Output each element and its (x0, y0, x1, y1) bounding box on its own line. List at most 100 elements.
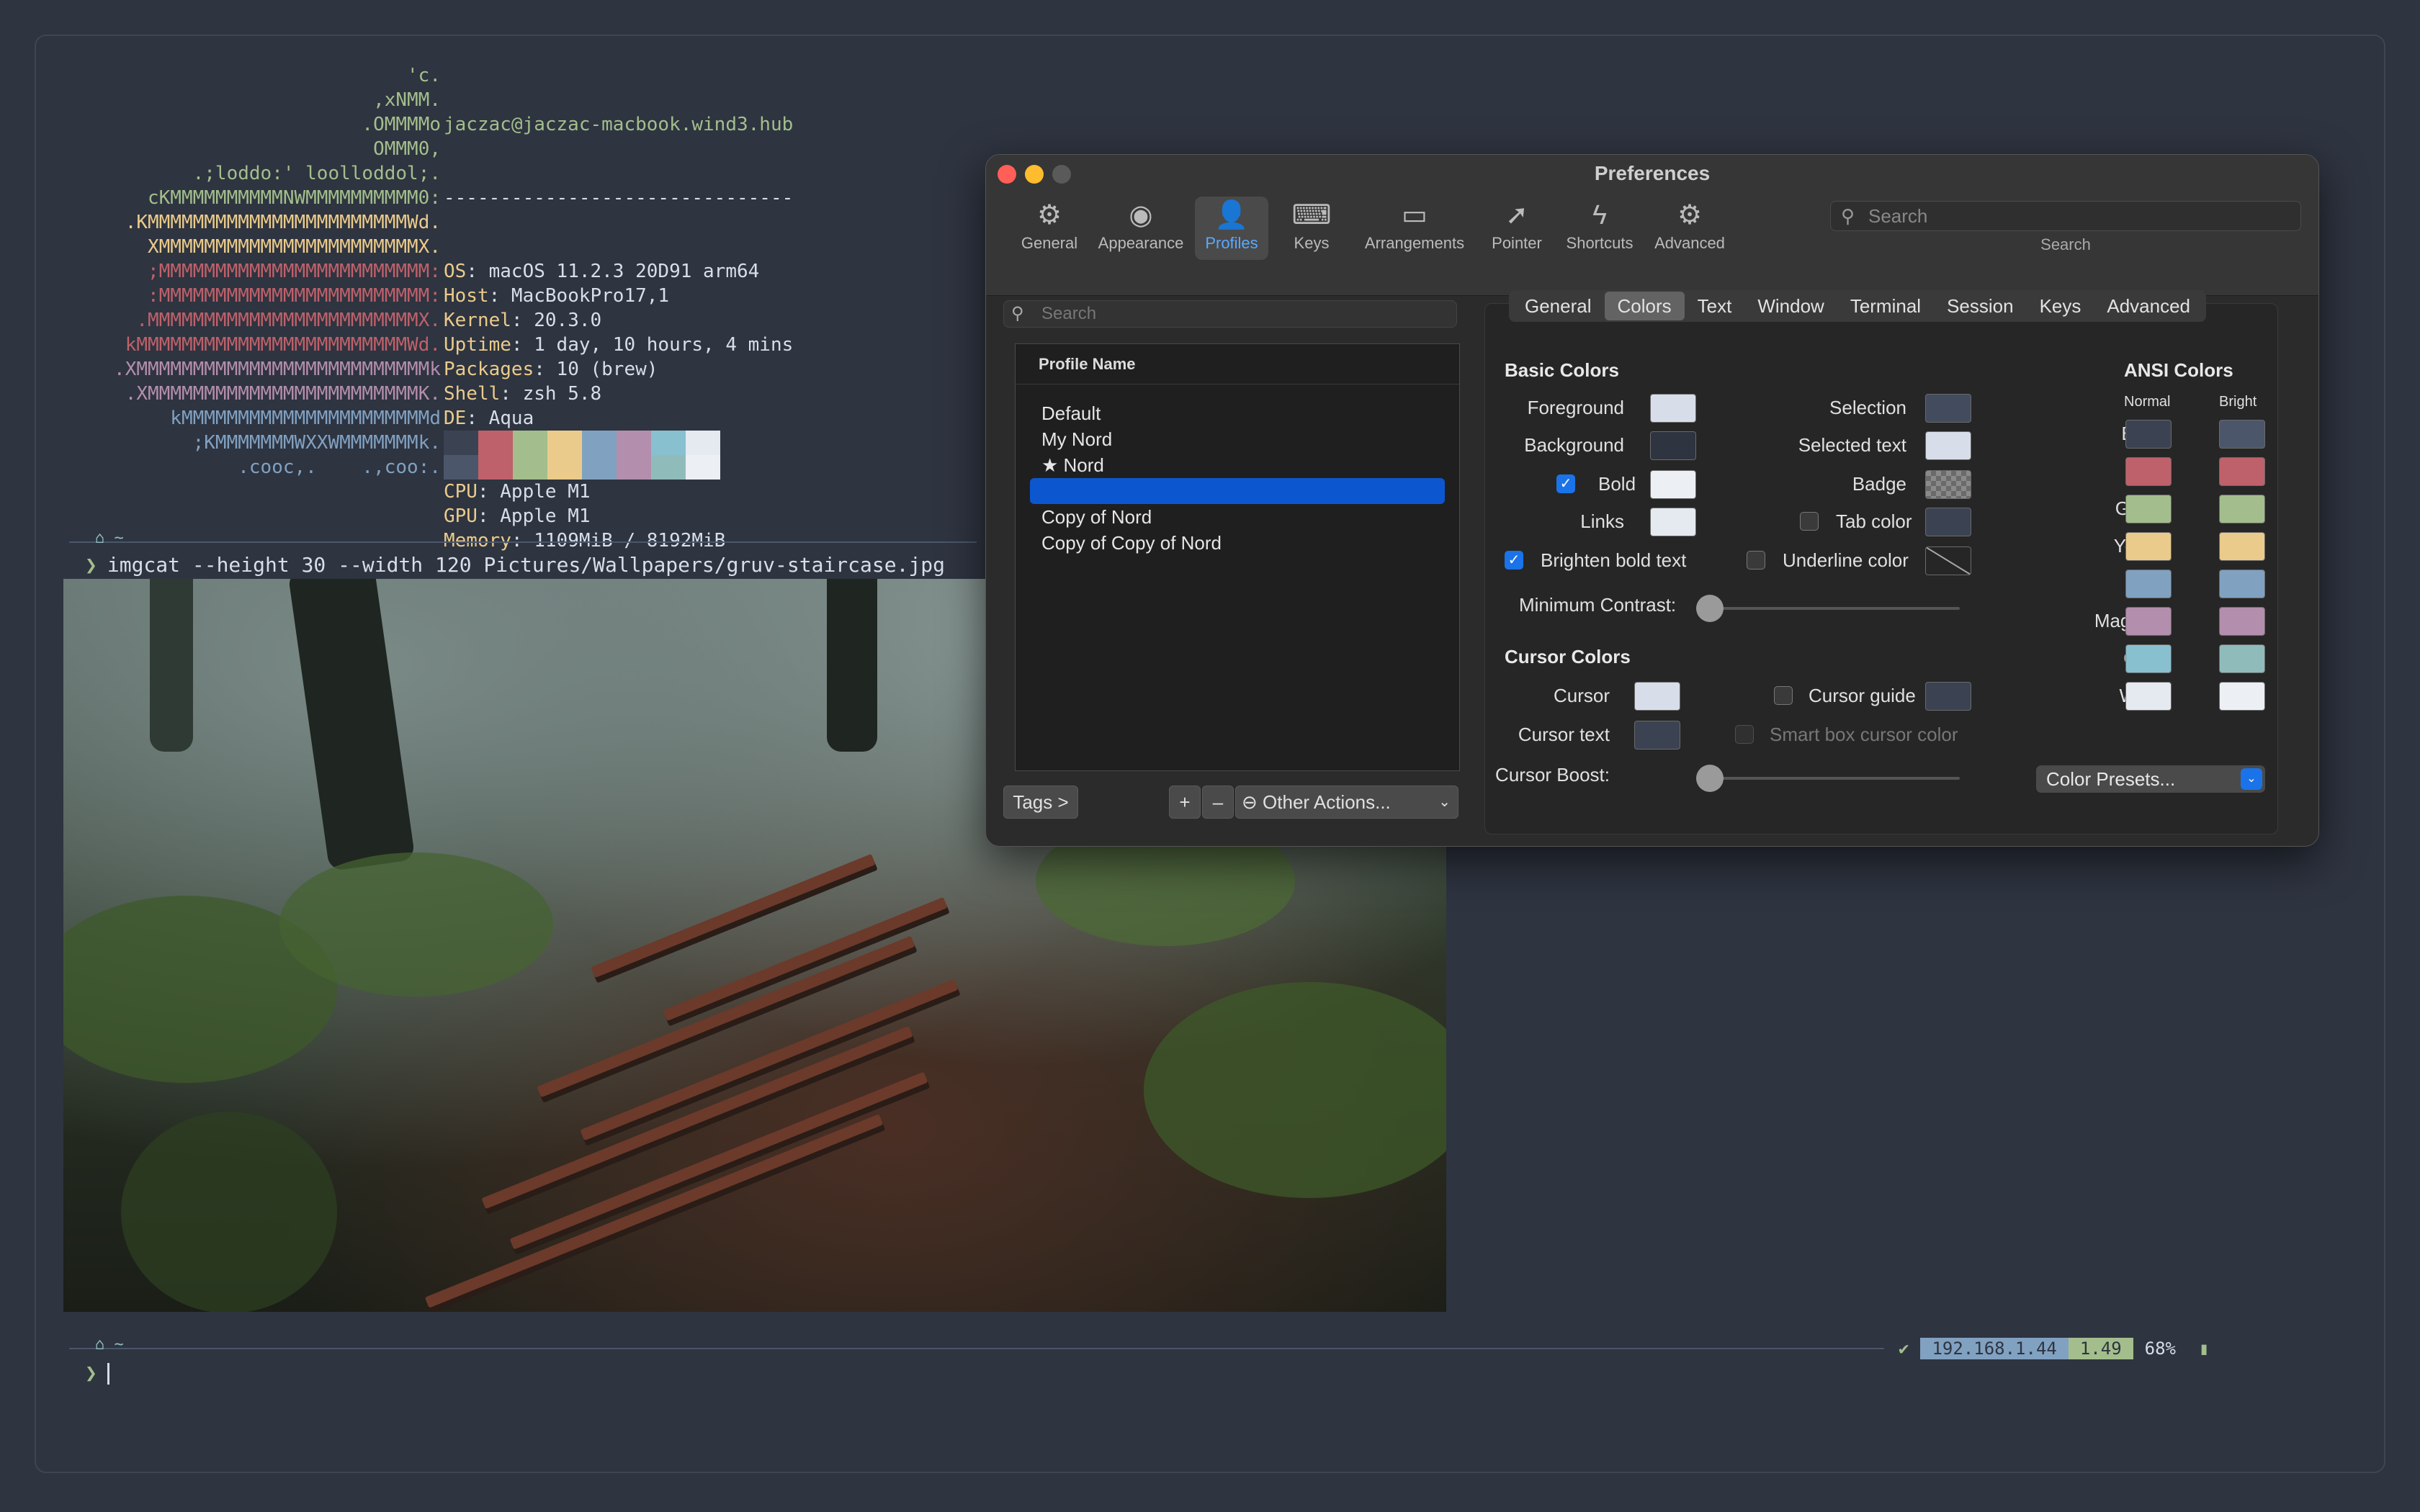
background-color-well[interactable] (1650, 431, 1696, 460)
info-row: DE: Aqua (444, 406, 793, 431)
toolbar-general[interactable]: ⚙ General (1006, 197, 1093, 260)
underline-color-well[interactable] (1925, 546, 1971, 575)
tab-general[interactable]: General (1512, 292, 1605, 320)
ansi-blue-normal-well[interactable] (2125, 570, 2172, 598)
gears-icon: ⚙ (1677, 200, 1703, 230)
ansi-white-normal-well[interactable] (2125, 682, 2172, 711)
profile-list-header[interactable]: Profile Name (1016, 344, 1459, 384)
ansi-magenta-bright-well[interactable] (2219, 607, 2265, 636)
profile-row[interactable] (1030, 478, 1445, 504)
cursor-boost-slider[interactable] (1696, 765, 1960, 792)
tab-colors[interactable]: Colors (1604, 292, 1685, 320)
profile-row[interactable]: My Nord (1016, 426, 1459, 452)
toolbar-advanced[interactable]: ⚙ Advanced (1644, 197, 1735, 260)
info-key: CPU (444, 481, 478, 503)
bold-checkbox[interactable]: ✓ (1556, 474, 1575, 493)
remove-profile-button[interactable]: – (1202, 786, 1234, 819)
add-profile-button[interactable]: + (1169, 786, 1201, 819)
info-key: Host (444, 285, 489, 307)
palette-swatch (444, 455, 478, 480)
info-key: GPU (444, 505, 478, 527)
ansi-black-bright-well[interactable] (2219, 420, 2265, 449)
badge-color-well[interactable] (1925, 470, 1971, 499)
ansi-yellow-normal-well[interactable] (2125, 532, 2172, 561)
profile-row[interactable]: ★ Nord (1016, 452, 1459, 478)
toolbar-label: Keys (1294, 234, 1330, 252)
smart-box-cursor-checkbox[interactable] (1735, 725, 1754, 744)
prompt-path-2: ⌂ ~ (95, 1336, 124, 1354)
info-key: DE (444, 408, 467, 429)
links-color-well[interactable] (1650, 508, 1696, 536)
slider-knob[interactable] (1696, 595, 1724, 622)
toolbar-shortcuts[interactable]: ϟ Shortcuts (1556, 197, 1643, 260)
color-presets-dropdown[interactable]: Color Presets... ⌄ (2036, 765, 2265, 793)
cursor-guide-checkbox[interactable] (1774, 686, 1793, 705)
tab-advanced[interactable]: Advanced (2094, 292, 2203, 320)
underline-color-checkbox[interactable] (1747, 551, 1765, 570)
ansi-green-normal-well[interactable] (2125, 495, 2172, 523)
ansi-magenta-normal-well[interactable] (2125, 607, 2172, 636)
brighten-bold-checkbox[interactable]: ✓ (1505, 551, 1523, 570)
tags-button[interactable]: Tags > (1003, 786, 1078, 819)
ascii-line: .KMMMMMMMMMMMMMMMMMMMMMMMWd. (125, 212, 441, 233)
minimum-contrast-label: Minimum Contrast: (1519, 594, 1677, 616)
cursor-color-well[interactable] (1634, 682, 1680, 711)
lightning-icon: ϟ (1592, 200, 1608, 230)
selected-text-color-well[interactable] (1925, 431, 1971, 460)
profile-search-input[interactable]: ⚲ Search (1003, 300, 1457, 328)
info-value: : 10 (brew) (534, 359, 658, 380)
separator: ------------------------------- (444, 187, 794, 209)
tab-session[interactable]: Session (1934, 292, 2027, 320)
palette-swatch (651, 455, 686, 480)
toolbar-label: Arrangements (1364, 234, 1465, 252)
toolbar-profiles[interactable]: 👤 Profiles (1195, 197, 1268, 260)
palette-swatch (617, 431, 651, 455)
toolbar-appearance[interactable]: ◉ Appearance (1087, 197, 1195, 260)
ansi-blue-bright-well[interactable] (2219, 570, 2265, 598)
cursor-text-color-well[interactable] (1634, 721, 1680, 750)
ansi-cyan-normal-well[interactable] (2125, 644, 2172, 673)
info-row: Shell: zsh 5.8 (444, 382, 793, 406)
command-text: imgcat --height 30 --width 120 Pictures/… (107, 553, 946, 577)
tab-terminal[interactable]: Terminal (1837, 292, 1934, 320)
foreground-color-well[interactable] (1650, 394, 1696, 423)
cursor-text-label: Cursor text (1518, 724, 1610, 745)
bold-color-well[interactable] (1650, 470, 1696, 499)
other-actions-button[interactable]: ⊖ Other Actions... ⌄ (1235, 786, 1458, 819)
info-key: OS (444, 261, 467, 282)
info-value: : 1109MiB / 8192MiB (511, 530, 726, 552)
profile-row[interactable]: Copy of Nord (1016, 504, 1459, 530)
profile-row[interactable]: Default (1016, 400, 1459, 426)
tab-text[interactable]: Text (1685, 292, 1745, 320)
toolbar-pointer[interactable]: ➚ Pointer (1479, 197, 1555, 260)
ascii-line: ,xNMM. (373, 89, 441, 111)
tab-window[interactable]: Window (1744, 292, 1837, 320)
slider-knob[interactable] (1696, 765, 1724, 792)
ascii-line: XMMMMMMMMMMMMMMMMMMMMMMMX. (148, 236, 441, 258)
ansi-cyan-bright-well[interactable] (2219, 644, 2265, 673)
ansi-black-normal-well[interactable] (2125, 420, 2172, 449)
minimum-contrast-slider[interactable] (1696, 595, 1960, 622)
search-label: Search (2040, 235, 2091, 253)
ansi-green-bright-well[interactable] (2219, 495, 2265, 523)
preferences-search-input[interactable]: ⚲ Search (1830, 201, 2301, 231)
ansi-white-bright-well[interactable] (2219, 682, 2265, 711)
ansi-red-normal-well[interactable] (2125, 457, 2172, 486)
tab-color-checkbox[interactable] (1800, 512, 1819, 531)
gear-icon: ⚙ (1036, 200, 1062, 230)
toolbar-keys[interactable]: ⌨ Keys (1278, 197, 1345, 260)
ansi-red-bright-well[interactable] (2219, 457, 2265, 486)
selection-color-well[interactable] (1925, 394, 1971, 423)
toolbar-arrangements[interactable]: ▭ Arrangements (1353, 197, 1476, 260)
profile-row[interactable]: Copy of Copy of Nord (1016, 530, 1459, 556)
cursor-boost-label: Cursor Boost: (1495, 764, 1610, 786)
tab-color-well[interactable] (1925, 508, 1971, 536)
command-line-2[interactable]: ❯ (85, 1361, 109, 1385)
palette-swatch (651, 431, 686, 455)
load-average: 1.49 (2068, 1338, 2133, 1359)
palette-swatch (686, 455, 720, 480)
cursor-guide-color-well[interactable] (1925, 682, 1971, 711)
ascii-line: kMMMMMMMMMMMMMMMMMMMMMMd (170, 408, 441, 429)
tab-keys[interactable]: Keys (2027, 292, 2094, 320)
ansi-yellow-bright-well[interactable] (2219, 532, 2265, 561)
